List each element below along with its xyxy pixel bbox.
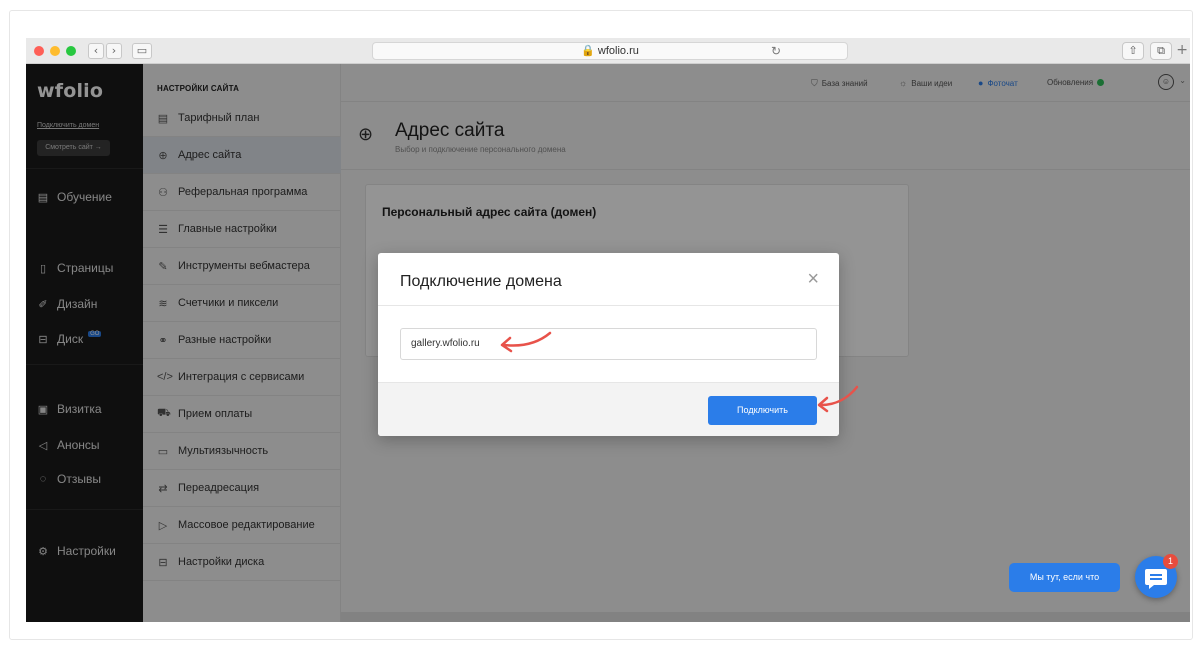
browser-toolbar: ‹ › ▭ 🔒 wfolio.ru ↻ ⇧ ⧉ +	[26, 38, 1190, 64]
chat-notification-badge: 1	[1163, 554, 1178, 569]
reload-icon[interactable]: ↻	[771, 43, 781, 59]
connect-button[interactable]: Подключить	[708, 396, 817, 425]
close-window-button[interactable]	[34, 46, 44, 56]
chat-prompt-pill[interactable]: Мы тут, если что	[1009, 563, 1120, 592]
divider	[378, 305, 839, 306]
tabs-icon[interactable]: ⧉	[1150, 42, 1172, 60]
annotation-arrow-icon	[817, 385, 859, 413]
new-tab-icon[interactable]: +	[1176, 42, 1188, 58]
connect-domain-modal: Подключение домена × gallery.wfolio.ru П…	[378, 253, 839, 436]
modal-title: Подключение домена	[400, 273, 562, 290]
domain-input[interactable]: gallery.wfolio.ru	[400, 328, 817, 360]
url-text: wfolio.ru	[597, 45, 639, 57]
forward-icon[interactable]: ›	[106, 43, 122, 59]
close-icon[interactable]: ×	[807, 267, 819, 291]
browser-window: ‹ › ▭ 🔒 wfolio.ru ↻ ⇧ ⧉ + wfolio Подключ…	[26, 38, 1190, 622]
address-bar[interactable]: 🔒 wfolio.ru ↻	[372, 42, 848, 60]
modal-footer: Подключить	[378, 382, 839, 436]
minimize-window-button[interactable]	[50, 46, 60, 56]
share-icon[interactable]: ⇧	[1122, 42, 1144, 60]
annotation-arrow-icon	[500, 331, 552, 353]
back-icon[interactable]: ‹	[88, 43, 104, 59]
sidebar-toggle-icon[interactable]: ▭	[132, 43, 152, 59]
lock-icon: 🔒	[581, 45, 595, 57]
maximize-window-button[interactable]	[66, 46, 76, 56]
